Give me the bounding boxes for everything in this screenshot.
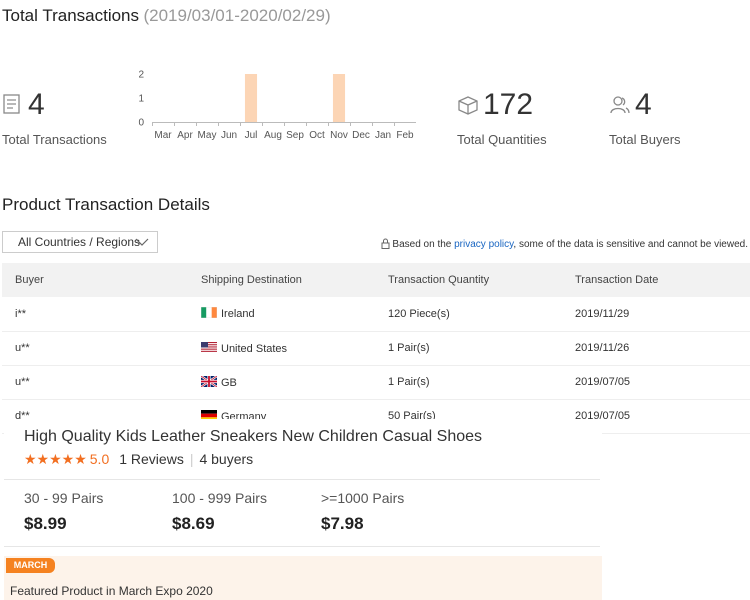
x-tick-label: Jan bbox=[375, 130, 391, 141]
price-tier-price: $8.69 bbox=[172, 514, 215, 533]
lock-icon bbox=[381, 238, 390, 252]
x-tick-label: Nov bbox=[330, 130, 348, 141]
y-tick-label: 1 bbox=[138, 94, 144, 105]
table-row: u** GB 1 Pair(s) 2019/07/05 bbox=[2, 365, 750, 400]
receipt-icon bbox=[2, 93, 22, 120]
column-header-transaction-date: Transaction Date bbox=[562, 263, 750, 297]
dropdown-selected-value: All Countries / Regions bbox=[18, 235, 141, 249]
stat-value: 4 bbox=[635, 88, 652, 121]
privacy-suffix: , some of the data is sensitive and cann… bbox=[513, 239, 748, 250]
table-row: u** United States 1 Pair(s) 2019/11/26 bbox=[2, 331, 750, 366]
rating-score: 5.0 bbox=[89, 451, 110, 467]
star-rating-icon: ★★★★★ bbox=[24, 451, 87, 467]
date-cell: 2019/11/26 bbox=[562, 331, 750, 366]
divider bbox=[4, 546, 600, 547]
promo-text: Featured Product in March Expo 2020 bbox=[10, 584, 213, 598]
date-range: (2019/03/01-2020/02/29) bbox=[143, 6, 331, 25]
quantity-cell: 1 Pair(s) bbox=[375, 331, 562, 366]
table-row: i** Ireland 120 Piece(s) 2019/11/29 bbox=[2, 297, 750, 332]
privacy-note: Based on the privacy policy, some of the… bbox=[381, 238, 748, 252]
y-tick-label: 0 bbox=[138, 118, 144, 129]
chart-bar bbox=[244, 74, 258, 122]
price-tier-range: 30 - 99 Pairs bbox=[24, 490, 104, 506]
stat-total-buyers: 4 Total Buyers bbox=[609, 88, 729, 148]
x-tick-label: Oct bbox=[309, 130, 325, 141]
privacy-prefix: Based on the bbox=[392, 239, 455, 250]
product-name[interactable]: High Quality Kids Leather Sneakers New C… bbox=[24, 428, 482, 446]
x-tick-label: Sep bbox=[286, 130, 304, 141]
transactions-table: Buyer Shipping Destination Transaction Q… bbox=[2, 263, 750, 434]
country-name: GB bbox=[221, 376, 237, 389]
rating-separator: | bbox=[189, 451, 194, 467]
chart-bar bbox=[332, 74, 346, 122]
x-tick-label: Dec bbox=[352, 130, 370, 141]
x-tick-label: Jun bbox=[221, 130, 237, 141]
quantity-cell: 1 Pair(s) bbox=[375, 365, 562, 400]
page-title: Total Transactions bbox=[2, 6, 140, 25]
x-tick-label: Aug bbox=[264, 130, 282, 141]
x-tick-label: Mar bbox=[154, 130, 172, 141]
buyer-cell: u** bbox=[2, 365, 188, 400]
country-name: United States bbox=[221, 342, 288, 355]
price-tier: 100 - 999 Pairs $8.69 bbox=[172, 490, 267, 534]
usa-flag-icon bbox=[201, 341, 217, 353]
destination-cell: GB bbox=[188, 365, 375, 400]
reviews-link[interactable]: 1 Reviews bbox=[119, 451, 184, 467]
date-cell: 2019/07/05 bbox=[562, 365, 750, 400]
users-icon bbox=[609, 95, 631, 120]
table-header-row: Buyer Shipping Destination Transaction Q… bbox=[2, 263, 750, 297]
page-header: Total Transactions (2019/03/01-2020/02/2… bbox=[2, 6, 331, 26]
column-header-shipping-destination: Shipping Destination bbox=[188, 263, 375, 297]
stat-value: 4 bbox=[28, 88, 45, 121]
march-badge: MARCH bbox=[6, 558, 55, 573]
price-tier-price: $8.99 bbox=[24, 514, 67, 533]
country-name: Ireland bbox=[221, 308, 255, 321]
uk-flag-icon bbox=[201, 375, 217, 387]
price-tier-price: $7.98 bbox=[321, 514, 364, 533]
stat-label: Total Buyers bbox=[609, 132, 681, 147]
divider bbox=[4, 479, 600, 480]
column-header-transaction-quantity: Transaction Quantity bbox=[375, 263, 562, 297]
chevron-down-icon bbox=[135, 236, 149, 250]
buyers-count: 4 buyers bbox=[199, 451, 254, 467]
product-rating: ★★★★★ 5.0 1 Reviews | 4 buyers bbox=[24, 451, 253, 468]
stat-total-transactions: 4 Total Transactions bbox=[2, 88, 122, 148]
x-tick-label: Jul bbox=[245, 130, 258, 141]
stat-label: Total Transactions bbox=[2, 132, 107, 147]
price-tier-range: 100 - 999 Pairs bbox=[172, 490, 267, 506]
y-tick-label: 2 bbox=[138, 70, 144, 81]
box-icon bbox=[457, 95, 479, 120]
destination-cell: United States bbox=[188, 331, 375, 366]
stat-label: Total Quantities bbox=[457, 132, 547, 147]
transactions-bar-chart: 0 1 2 Mar Apr May Jun Jul Aug Sep Oct Nov Dec Jan Feb bbox=[138, 70, 416, 141]
price-tier: 30 - 99 Pairs $8.99 bbox=[24, 490, 103, 534]
x-tick-label: May bbox=[198, 130, 217, 141]
price-tier: >=1000 Pairs $7.98 bbox=[321, 490, 404, 534]
ireland-flag-icon bbox=[201, 307, 217, 319]
date-cell: 2019/11/29 bbox=[562, 297, 750, 332]
buyer-cell: u** bbox=[2, 331, 188, 366]
quantity-cell: 120 Piece(s) bbox=[375, 297, 562, 332]
column-header-buyer: Buyer bbox=[2, 263, 188, 297]
x-tick-label: Feb bbox=[396, 130, 414, 141]
x-tick-label: Apr bbox=[177, 130, 193, 141]
destination-cell: Ireland bbox=[188, 297, 375, 332]
privacy-policy-link[interactable]: privacy policy bbox=[454, 239, 513, 250]
stat-total-quantities: 172 Total Quantities bbox=[457, 88, 577, 148]
product-card: High Quality Kids Leather Sneakers New C… bbox=[4, 419, 602, 600]
buyer-cell: i** bbox=[2, 297, 188, 332]
stat-value: 172 bbox=[483, 88, 534, 121]
country-region-dropdown[interactable]: All Countries / Regions bbox=[2, 231, 158, 253]
price-tier-range: >=1000 Pairs bbox=[321, 490, 405, 506]
promo-banner[interactable]: MARCH Featured Product in March Expo 202… bbox=[4, 556, 602, 600]
details-title: Product Transaction Details bbox=[2, 195, 210, 214]
